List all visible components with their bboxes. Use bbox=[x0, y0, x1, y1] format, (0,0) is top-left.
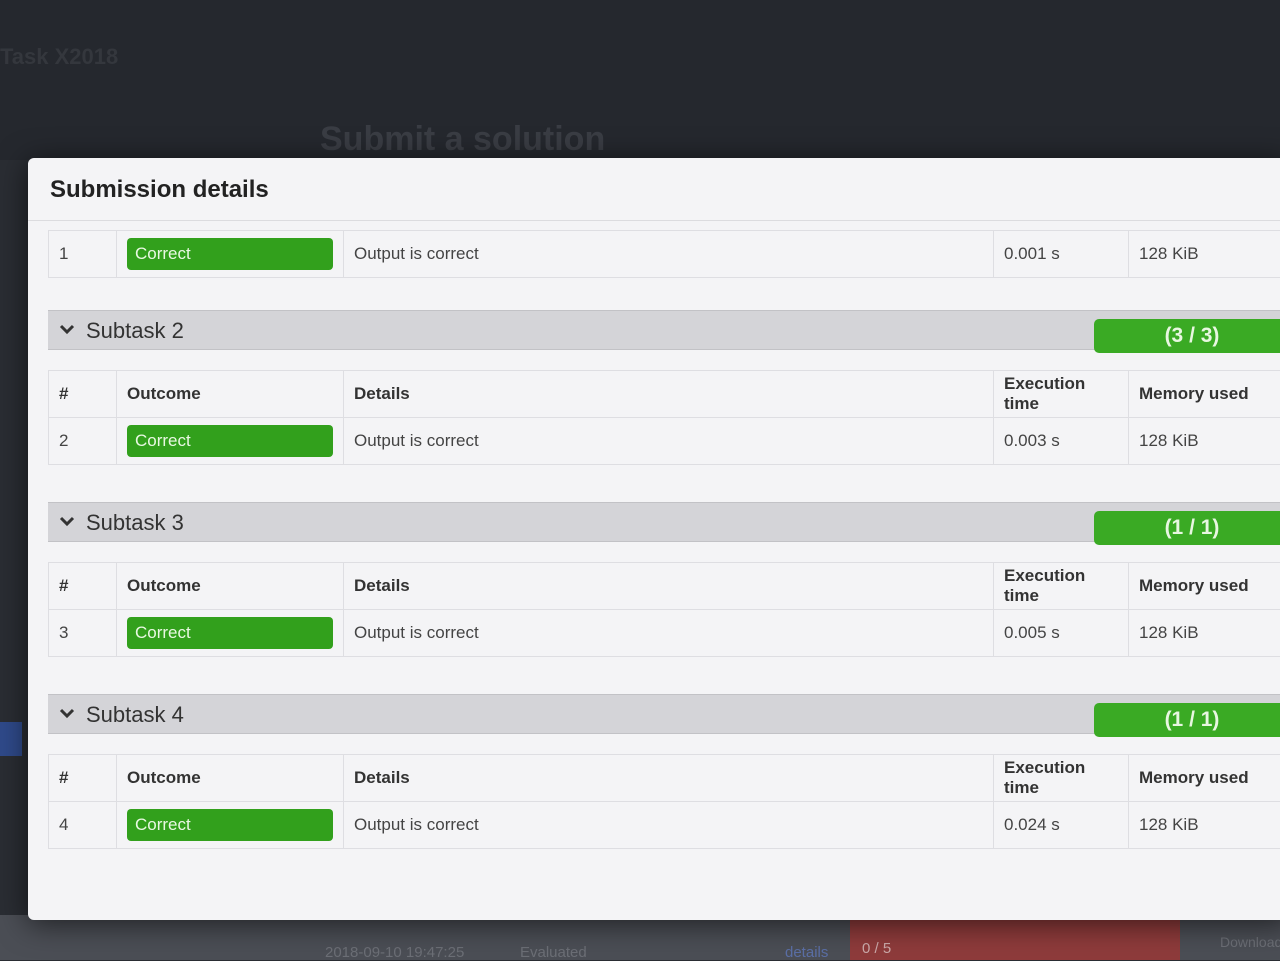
subtask-4-testcase-table: # Outcome Details Execution time Memory … bbox=[48, 754, 1280, 849]
outcome-badge: Correct bbox=[127, 238, 333, 270]
submission-details-modal: Submission details 1 Correct Output is c… bbox=[28, 158, 1280, 920]
subtask-4-header[interactable]: Subtask 4 (1 / 1) bbox=[48, 694, 1280, 734]
testcase-time: 0.005 s bbox=[994, 610, 1129, 657]
testcase-details: Output is correct bbox=[344, 418, 994, 465]
table-row: 2 Correct Output is correct 0.003 s 128 … bbox=[49, 418, 1280, 465]
column-header-time: Execution time bbox=[994, 755, 1129, 802]
testcase-outcome: Correct bbox=[117, 802, 344, 849]
background-score-cell: 0 / 5 bbox=[850, 918, 1180, 960]
column-header-number: # bbox=[49, 563, 117, 610]
table-header-row: # Outcome Details Execution time Memory … bbox=[49, 563, 1280, 610]
background-header bbox=[0, 0, 1280, 160]
testcase-number: 1 bbox=[49, 231, 117, 278]
column-header-details: Details bbox=[344, 755, 994, 802]
subtask-name: Subtask 2 bbox=[86, 318, 184, 344]
column-header-number: # bbox=[49, 371, 117, 418]
testcase-time: 0.001 s bbox=[994, 231, 1129, 278]
column-header-outcome: Outcome bbox=[117, 371, 344, 418]
outcome-badge: Correct bbox=[127, 617, 333, 649]
column-header-time: Execution time bbox=[994, 371, 1129, 418]
background-download-link[interactable]: Download bbox=[1220, 934, 1280, 950]
testcase-memory: 128 KiB bbox=[1129, 418, 1280, 465]
background-sidebar-strip bbox=[0, 722, 22, 756]
column-header-details: Details bbox=[344, 563, 994, 610]
subtask-name: Subtask 3 bbox=[86, 510, 184, 536]
column-header-outcome: Outcome bbox=[117, 755, 344, 802]
testcase-outcome: Correct bbox=[117, 231, 344, 278]
testcase-time: 0.024 s bbox=[994, 802, 1129, 849]
subtask-name: Subtask 4 bbox=[86, 702, 184, 728]
column-header-time: Execution time bbox=[994, 563, 1129, 610]
testcase-number: 4 bbox=[49, 802, 117, 849]
background-submission-status: Evaluated bbox=[520, 944, 587, 961]
chevron-down-icon bbox=[58, 320, 76, 338]
background-page-heading: Submit a solution bbox=[320, 120, 605, 159]
column-header-details: Details bbox=[344, 371, 994, 418]
subtask-1-testcase-table: 1 Correct Output is correct 0.001 s 128 … bbox=[48, 230, 1280, 278]
column-header-memory: Memory used bbox=[1129, 371, 1280, 418]
table-row: 1 Correct Output is correct 0.001 s 128 … bbox=[49, 231, 1280, 278]
testcase-memory: 128 KiB bbox=[1129, 802, 1280, 849]
chevron-down-icon bbox=[58, 512, 76, 530]
subtask-2-testcase-table: # Outcome Details Execution time Memory … bbox=[48, 370, 1280, 465]
outcome-badge: Correct bbox=[127, 809, 333, 841]
column-header-memory: Memory used bbox=[1129, 755, 1280, 802]
modal-title: Submission details bbox=[50, 176, 269, 204]
subtask-score-badge: (1 / 1) bbox=[1094, 511, 1280, 545]
column-header-outcome: Outcome bbox=[117, 563, 344, 610]
column-header-memory: Memory used bbox=[1129, 563, 1280, 610]
background-submission-date: 2018-09-10 19:47:25 bbox=[325, 944, 464, 961]
table-header-row: # Outcome Details Execution time Memory … bbox=[49, 755, 1280, 802]
testcase-number: 2 bbox=[49, 418, 117, 465]
testcase-memory: 128 KiB bbox=[1129, 610, 1280, 657]
subtask-score-badge: (3 / 3) bbox=[1094, 319, 1280, 353]
subtask-3-header[interactable]: Subtask 3 (1 / 1) bbox=[48, 502, 1280, 542]
background-task-title: Task X2018 bbox=[0, 44, 118, 70]
column-header-number: # bbox=[49, 755, 117, 802]
testcase-details: Output is correct bbox=[344, 802, 994, 849]
background-details-link[interactable]: details bbox=[785, 944, 828, 961]
testcase-memory: 128 KiB bbox=[1129, 231, 1280, 278]
outcome-badge: Correct bbox=[127, 425, 333, 457]
subtask-2-header[interactable]: Subtask 2 (3 / 3) bbox=[48, 310, 1280, 350]
table-header-row: # Outcome Details Execution time Memory … bbox=[49, 371, 1280, 418]
modal-divider bbox=[28, 220, 1280, 221]
testcase-details: Output is correct bbox=[344, 231, 994, 278]
testcase-outcome: Correct bbox=[117, 418, 344, 465]
subtask-3-testcase-table: # Outcome Details Execution time Memory … bbox=[48, 562, 1280, 657]
testcase-time: 0.003 s bbox=[994, 418, 1129, 465]
table-row: 4 Correct Output is correct 0.024 s 128 … bbox=[49, 802, 1280, 849]
chevron-down-icon bbox=[58, 704, 76, 722]
table-row: 3 Correct Output is correct 0.005 s 128 … bbox=[49, 610, 1280, 657]
subtask-score-badge: (1 / 1) bbox=[1094, 703, 1280, 737]
testcase-details: Output is correct bbox=[344, 610, 994, 657]
testcase-number: 3 bbox=[49, 610, 117, 657]
testcase-outcome: Correct bbox=[117, 610, 344, 657]
